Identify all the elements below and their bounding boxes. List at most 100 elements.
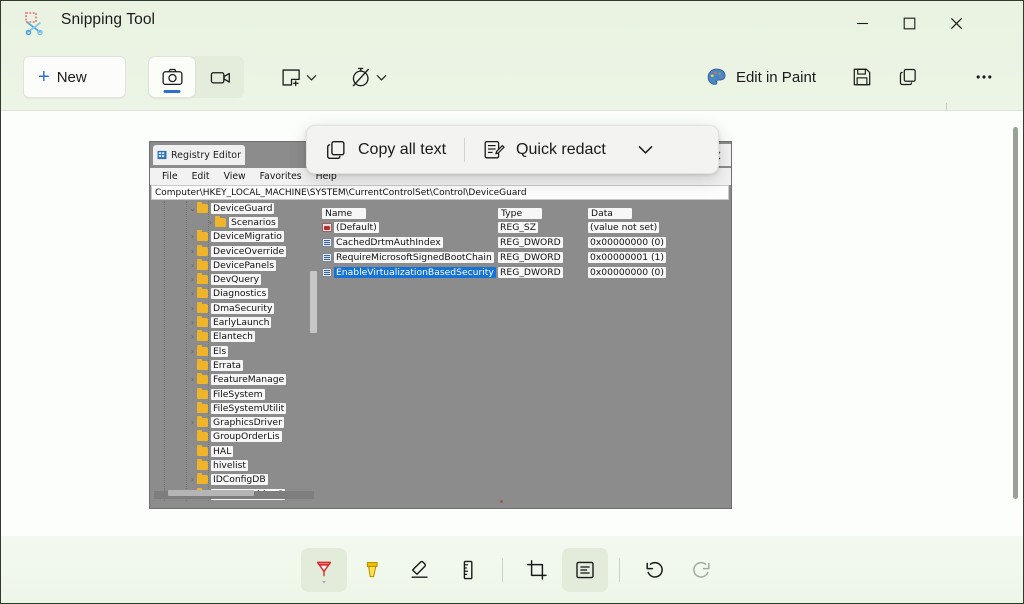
- folder-icon: [197, 387, 208, 399]
- tree-item[interactable]: › DevicePanels: [152, 258, 319, 272]
- maximize-icon: [903, 17, 915, 29]
- canvas-scrollbar-track[interactable]: [1013, 117, 1022, 533]
- tree-item[interactable]: › Scenarios: [152, 215, 319, 229]
- tree-item[interactable]: › GraphicsDriver: [152, 415, 319, 429]
- tree-item[interactable]: › IDConfigDB: [152, 473, 319, 487]
- chevron-down-icon[interactable]: ⌄: [188, 204, 197, 213]
- registry-value-row[interactable]: RequireMicrosoftSignedBootChain: [322, 250, 496, 265]
- snip-mode-button[interactable]: [276, 56, 323, 98]
- command-bar: + New Edit in Paint: [1, 45, 1023, 125]
- tree-horizontal-scrollbar-thumb[interactable]: [168, 490, 254, 496]
- tree-item[interactable]: › EarlyLaunch: [152, 315, 319, 329]
- text-actions-tool[interactable]: [562, 547, 608, 592]
- chevron-right-icon[interactable]: ›: [188, 375, 197, 384]
- folder-icon: [197, 287, 208, 299]
- copy-all-text-button[interactable]: Copy all text: [307, 125, 464, 174]
- more-options-button[interactable]: [963, 56, 1005, 98]
- tree-item[interactable]: › DevQuery: [152, 272, 319, 286]
- registry-value-row[interactable]: EnableVirtualizationBasedSecurity: [322, 265, 496, 280]
- delay-timer-button[interactable]: [345, 56, 393, 98]
- tree-item[interactable]: FileSystemUtilit: [152, 401, 319, 415]
- eraser-tool[interactable]: [397, 548, 443, 592]
- chevron-right-icon[interactable]: ›: [188, 289, 197, 298]
- window-maximize-button[interactable]: [886, 1, 932, 45]
- undo-button[interactable]: [631, 548, 677, 592]
- registry-value-type: REG_DWORD: [498, 237, 563, 248]
- chevron-right-icon[interactable]: ›: [188, 304, 197, 313]
- chevron-right-icon[interactable]: ›: [206, 218, 215, 227]
- chevron-right-icon[interactable]: ›: [188, 318, 197, 327]
- copy-button[interactable]: [887, 56, 929, 98]
- chevron-right-icon[interactable]: ›: [188, 347, 197, 356]
- tree-item[interactable]: FileSystem: [152, 387, 319, 401]
- folder-icon: [197, 330, 208, 342]
- folder-icon: [197, 416, 208, 428]
- values-column-name: Name (Default) CachedDrtmAuthIndex Require…: [322, 201, 496, 280]
- ruler-tool[interactable]: [445, 548, 491, 592]
- chevron-right-icon[interactable]: ›: [188, 261, 197, 270]
- tree-item[interactable]: › Elantech: [152, 330, 319, 344]
- chevron-right-icon[interactable]: ›: [188, 247, 197, 256]
- captured-screenshot-image[interactable]: Registry Editor File Edit View Favorites…: [149, 141, 732, 509]
- edit-in-paint-button[interactable]: Edit in Paint: [697, 56, 825, 98]
- tree-item[interactable]: hivelist: [152, 458, 319, 472]
- registry-value-type-cell: REG_DWORD: [498, 265, 563, 280]
- chevron-right-icon[interactable]: ›: [188, 332, 197, 341]
- tree-item[interactable]: › DeviceOverride: [152, 244, 319, 258]
- registry-tree-pane[interactable]: ⌄ DeviceGuard › Scenarios › DeviceMigratio › De…: [152, 201, 319, 501]
- column-header-data[interactable]: Data: [588, 208, 632, 219]
- menu-item-favorites[interactable]: Favorites: [253, 171, 309, 182]
- tree-item[interactable]: GroupOrderLis: [152, 430, 319, 444]
- registry-value-row[interactable]: (Default): [322, 220, 496, 235]
- ballpoint-pen-tool[interactable]: ˇ: [301, 547, 347, 592]
- chevron-right-icon[interactable]: ›: [188, 275, 197, 284]
- registry-value-data-cell: (value not set): [588, 220, 666, 235]
- redo-button[interactable]: [679, 548, 725, 592]
- registry-tree-list: ⌄ DeviceGuard › Scenarios › DeviceMigratio › De…: [152, 201, 319, 501]
- registry-value-data-cell: 0x00000000 (0): [588, 235, 666, 250]
- chevron-right-icon[interactable]: ›: [188, 418, 197, 427]
- folder-icon: [197, 458, 208, 470]
- camera-icon: [162, 68, 182, 85]
- window-close-button[interactable]: [933, 1, 979, 45]
- menu-item-edit[interactable]: Edit: [185, 171, 217, 182]
- highlighter-tool[interactable]: [349, 548, 395, 592]
- column-header-type[interactable]: Type: [498, 208, 542, 219]
- tree-item[interactable]: › Diagnostics: [152, 287, 319, 301]
- tree-item-label: Scenarios: [229, 216, 278, 228]
- plus-icon: +: [38, 66, 50, 88]
- regedit-address-bar[interactable]: Computer\HKEY_LOCAL_MACHINE\SYSTEM\Curre…: [151, 185, 729, 200]
- new-snip-button[interactable]: + New: [23, 56, 126, 98]
- menu-item-view[interactable]: View: [217, 171, 253, 182]
- menu-item-file[interactable]: File: [155, 171, 185, 182]
- registry-value-row[interactable]: CachedDrtmAuthIndex: [322, 235, 496, 250]
- registry-value-data-cell: 0x00000000 (0): [588, 265, 666, 280]
- capture-canvas[interactable]: Registry Editor File Edit View Favorites…: [1, 110, 1023, 538]
- pen-chevron-down-icon[interactable]: ˇ: [323, 580, 326, 590]
- canvas-scrollbar-thumb[interactable]: [1013, 127, 1018, 499]
- tree-item[interactable]: HAL: [152, 444, 319, 458]
- window-minimize-button[interactable]: [839, 1, 885, 45]
- screenshot-mode-button[interactable]: [148, 56, 196, 98]
- folder-icon: [197, 401, 208, 413]
- tree-item[interactable]: Errata: [152, 358, 319, 372]
- tree-item[interactable]: › Els: [152, 344, 319, 358]
- chevron-right-icon[interactable]: ›: [188, 475, 197, 484]
- registry-value-type-cell: REG_DWORD: [498, 235, 563, 250]
- popup-expand-button[interactable]: [624, 125, 668, 174]
- save-button[interactable]: [841, 56, 883, 98]
- tree-item-label: FeatureManage: [211, 374, 287, 386]
- tree-item[interactable]: › DmaSecurity: [152, 301, 319, 315]
- tree-horizontal-scrollbar-track[interactable]: [154, 490, 314, 499]
- tree-vertical-scrollbar[interactable]: [310, 271, 317, 333]
- tree-item[interactable]: › FeatureManage: [152, 373, 319, 387]
- tree-item[interactable]: ⌄ DeviceGuard: [152, 201, 319, 215]
- quick-redact-button[interactable]: Quick redact: [465, 125, 624, 174]
- video-mode-button[interactable]: [196, 56, 244, 98]
- chevron-right-icon[interactable]: ›: [188, 232, 197, 241]
- snipping-tool-window: Snipping Tool + New Edit in Paint Regist…: [0, 0, 1024, 604]
- crop-tool[interactable]: [514, 548, 560, 592]
- close-icon: [950, 17, 962, 29]
- tree-item[interactable]: › DeviceMigratio: [152, 230, 319, 244]
- column-header-name[interactable]: Name: [322, 208, 366, 219]
